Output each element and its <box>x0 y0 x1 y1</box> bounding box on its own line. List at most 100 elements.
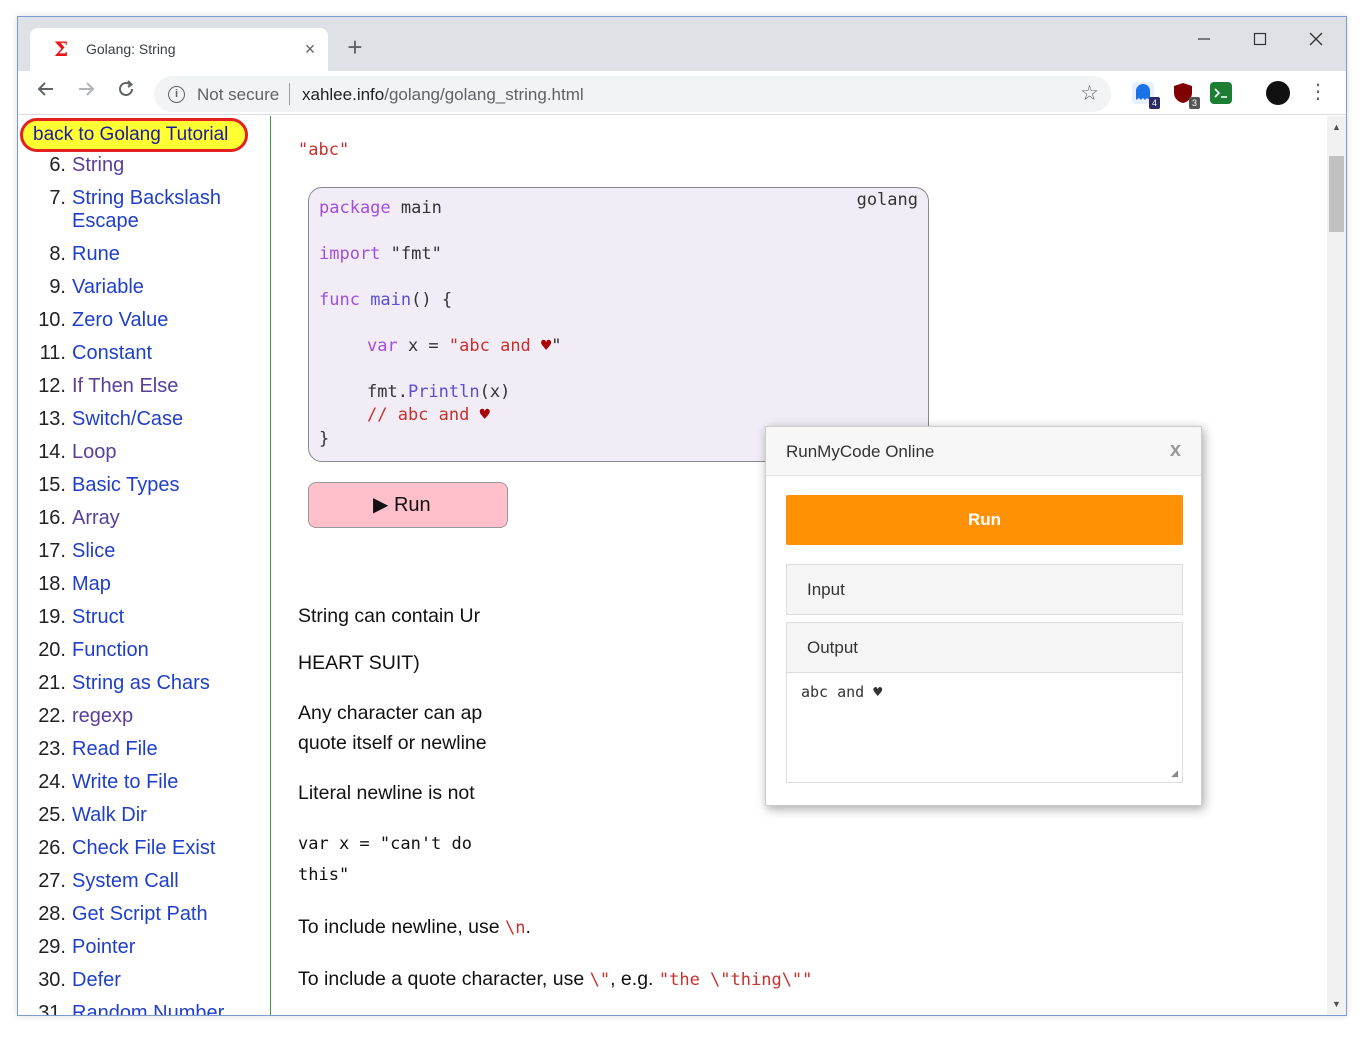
sidebar-item-loop[interactable]: 14. Loop <box>18 441 268 474</box>
back-button[interactable] <box>32 79 60 107</box>
sidebar-item-variable[interactable]: 9. Variable <box>18 276 268 309</box>
resize-handle-icon[interactable]: ◢ <box>1171 768 1178 779</box>
forward-button[interactable] <box>72 79 100 107</box>
code-text: } <box>319 429 330 449</box>
url-text[interactable]: xahlee.info/golang/golang_string.html <box>302 85 584 105</box>
sidebar-item-if-then-else[interactable]: 12. If Then Else <box>18 375 268 408</box>
nav-label[interactable]: Zero Value <box>72 309 252 332</box>
nav-label[interactable]: String as Chars <box>72 672 252 695</box>
nav-label[interactable]: Pointer <box>72 936 252 959</box>
sidebar-item-struct[interactable]: 19. Struct <box>18 606 268 639</box>
nav-label[interactable]: regexp <box>72 705 252 728</box>
input-panel-header[interactable]: Input <box>787 565 1182 614</box>
back-to-tutorial-link[interactable]: back to Golang Tutorial <box>20 118 248 152</box>
paragraph-text: To include newline, use <box>298 916 506 938</box>
sidebar-item-function[interactable]: 20. Function <box>18 639 268 672</box>
nav-label[interactable]: Write to File <box>72 771 252 794</box>
output-panel-header[interactable]: Output <box>787 623 1182 672</box>
nav-label[interactable]: Walk Dir <box>72 804 252 827</box>
sidebar-item-system-call[interactable]: 27. System Call <box>18 870 268 903</box>
info-icon[interactable]: i <box>168 86 185 103</box>
menu-kebab-icon[interactable]: ⋮ <box>1308 80 1328 104</box>
vertical-scrollbar[interactable]: ▲ ▼ <box>1327 116 1346 1015</box>
nav-label[interactable]: Check File Exist <box>72 837 252 860</box>
sidebar-item-random-number[interactable]: 31. Random Number <box>18 1002 268 1015</box>
code-line: package main <box>319 198 442 218</box>
scroll-up-arrow-icon[interactable]: ▲ <box>1332 122 1341 132</box>
maximize-button[interactable] <box>1240 25 1280 55</box>
new-tab-button[interactable]: + <box>343 34 367 60</box>
minimize-button[interactable] <box>1184 25 1224 55</box>
bookmark-star-icon[interactable]: ☆ <box>1080 81 1099 106</box>
sidebar-item-pointer[interactable]: 29. Pointer <box>18 936 268 969</box>
nav-label[interactable]: Rune <box>72 243 252 266</box>
nav-label[interactable]: Get Script Path <box>72 903 252 926</box>
terminal-icon <box>1214 88 1227 98</box>
nav-label[interactable]: String <box>72 154 252 177</box>
nav-num: 16. <box>38 507 66 529</box>
nav-label[interactable]: Function <box>72 639 252 662</box>
nav-label[interactable]: Struct <box>72 606 252 629</box>
close-window-button[interactable] <box>1296 25 1336 55</box>
sidebar-item-basic-types[interactable]: 15. Basic Types <box>18 474 268 507</box>
sidebar-item-walk-dir[interactable]: 25. Walk Dir <box>18 804 268 837</box>
nav-label[interactable]: Switch/Case <box>72 408 252 431</box>
sidebar-item-string[interactable]: 6. String <box>18 154 268 187</box>
nav-label[interactable]: Loop <box>72 441 252 464</box>
sidebar-item-string-as-chars[interactable]: 21. String as Chars <box>18 672 268 705</box>
input-panel[interactable]: Input <box>786 564 1183 615</box>
address-bar[interactable]: i Not secure xahlee.info/golang/golang_s… <box>154 76 1111 112</box>
nav-label[interactable]: If Then Else <box>72 375 252 398</box>
nav-label[interactable]: Array <box>72 507 252 530</box>
extension-ghost-icon[interactable]: 4 <box>1132 82 1160 109</box>
nav-label[interactable]: Basic Types <box>72 474 252 497</box>
minimize-icon <box>1198 38 1210 40</box>
sidebar-item-switch-case[interactable]: 13. Switch/Case <box>18 408 268 441</box>
tab-close-icon[interactable]: × <box>300 38 320 60</box>
reload-button[interactable] <box>112 79 140 107</box>
nav-label[interactable]: Read File <box>72 738 252 761</box>
profile-avatar[interactable] <box>1266 81 1290 105</box>
nav-label[interactable]: System Call <box>72 870 252 893</box>
nav-label[interactable]: Variable <box>72 276 252 299</box>
nav-label[interactable]: Random Number <box>72 1002 252 1015</box>
extension-terminal-icon[interactable] <box>1210 82 1232 104</box>
sidebar-item-read-file[interactable]: 23. Read File <box>18 738 268 771</box>
browser-tab[interactable]: Σ Golang: String × <box>30 28 328 71</box>
nav-label[interactable]: Map <box>72 573 252 596</box>
sidebar-item-map[interactable]: 18. Map <box>18 573 268 606</box>
runmycode-popup: RunMyCode Online x Run Input Output abc … <box>765 426 1202 806</box>
scrollbar-thumb[interactable] <box>1329 156 1344 232</box>
nav-num: 10. <box>38 309 66 331</box>
sidebar-item-write-to-file[interactable]: 24. Write to File <box>18 771 268 804</box>
popup-run-button[interactable]: Run <box>786 495 1183 545</box>
nav-label[interactable]: Constant <box>72 342 252 365</box>
run-code-button[interactable]: ▶ Run <box>308 482 508 528</box>
inline-code: \" <box>589 970 611 990</box>
sidebar-item-string-backslash-escape[interactable]: 7. String Backslash Escape <box>18 187 268 243</box>
browser-toolbar: i Not secure xahlee.info/golang/golang_s… <box>18 71 1346 115</box>
sidebar-item-array[interactable]: 16. Array <box>18 507 268 540</box>
sidebar-item-get-script-path[interactable]: 28. Get Script Path <box>18 903 268 936</box>
paragraph: String can contain Ur <box>298 605 481 627</box>
scroll-down-arrow-icon[interactable]: ▼ <box>1332 999 1341 1009</box>
sidebar-item-defer[interactable]: 30. Defer <box>18 969 268 1002</box>
keyword: func <box>319 290 360 310</box>
paragraph: Any character can ap <box>298 702 483 724</box>
heart-glyph: ♥ <box>479 405 490 425</box>
sidebar-item-zero-value[interactable]: 10. Zero Value <box>18 309 268 342</box>
nav-label[interactable]: Slice <box>72 540 252 563</box>
sidebar-item-slice[interactable]: 17. Slice <box>18 540 268 573</box>
code-block: golang package main import "fmt" func ma… <box>308 187 929 462</box>
nav-label[interactable]: Defer <box>72 969 252 992</box>
nav-label[interactable]: String Backslash Escape <box>72 187 232 233</box>
sidebar-item-check-file-exist[interactable]: 26. Check File Exist <box>18 837 268 870</box>
output-textarea[interactable]: abc and ♥ ◢ <box>787 672 1182 782</box>
extension-ublock-icon[interactable]: 3 <box>1172 82 1200 109</box>
popup-close-button[interactable]: x <box>1170 439 1181 462</box>
maximize-icon <box>1253 32 1267 46</box>
sidebar-item-regexp[interactable]: 22. regexp <box>18 705 268 738</box>
sidebar-item-rune[interactable]: 8. Rune <box>18 243 268 276</box>
nav-num: 29. <box>38 936 66 958</box>
sidebar-item-constant[interactable]: 11. Constant <box>18 342 268 375</box>
